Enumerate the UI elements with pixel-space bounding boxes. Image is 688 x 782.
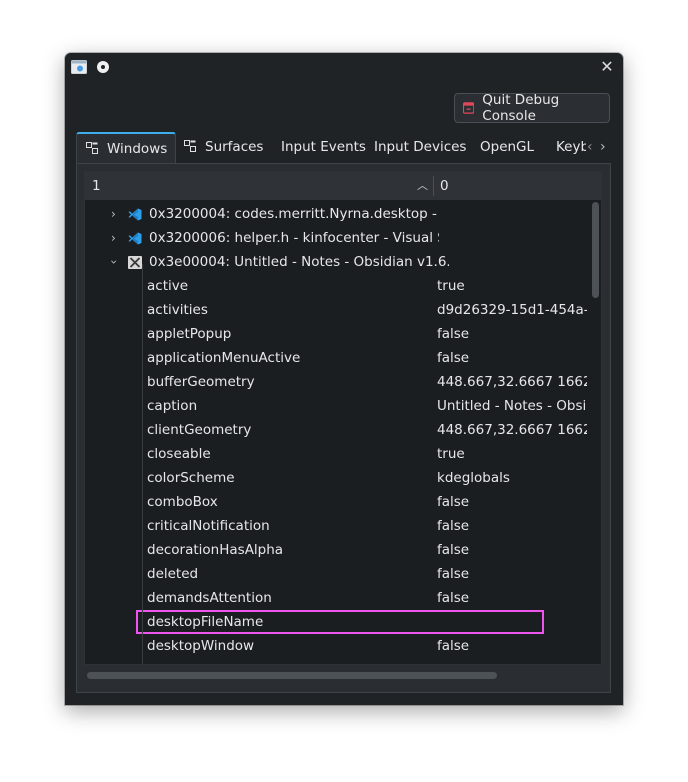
property-key: colorScheme xyxy=(147,470,235,486)
chevron-right-icon[interactable]: › xyxy=(600,132,606,162)
windows-tab-panel: 1 ︿ 0 › 0x3200004: codes.merritt.Nyrna.d… xyxy=(76,163,611,693)
title-bar: ✕ xyxy=(65,53,623,81)
close-icon[interactable]: ✕ xyxy=(597,57,617,77)
quit-debug-console-button[interactable]: Quit Debug Console xyxy=(454,92,610,124)
tab-keyboard[interactable]: Keyb xyxy=(556,132,589,163)
sort-ascending-icon: ︿ xyxy=(417,179,428,192)
property-row[interactable]: caption Untitled - Notes - Obsidian xyxy=(85,394,591,418)
app-window-icon[interactable] xyxy=(71,60,87,74)
tree-row-window-expanded[interactable]: › 0x3e00004: Untitled - Notes - Obsidian… xyxy=(85,250,591,274)
chevron-down-icon[interactable]: › xyxy=(102,257,126,267)
tree-branch-line xyxy=(142,264,143,664)
property-value: false xyxy=(437,494,470,510)
property-value: false xyxy=(437,566,470,582)
tree-row-window[interactable]: › 0x3200006: helper.h - kinfocenter - Vi… xyxy=(85,226,591,250)
property-row[interactable]: activities d9d26329-15d1-454a-84 xyxy=(85,298,591,322)
property-key: closeable xyxy=(147,446,211,462)
property-value: d9d26329-15d1-454a-84 xyxy=(437,302,587,318)
tab-surfaces-label: Surfaces xyxy=(205,139,264,155)
property-value: Untitled - Notes - Obsidian xyxy=(437,398,587,414)
property-key: activities xyxy=(147,302,208,318)
column-header-1[interactable]: 1 xyxy=(92,172,101,200)
property-key: desktopWindow xyxy=(147,638,255,654)
tab-opengl[interactable]: OpenGL xyxy=(480,132,534,163)
property-value: 448.667,32.6667 1662.67 xyxy=(437,374,587,390)
property-row[interactable]: clientGeometry 448.667,32.6667 1662.67 xyxy=(85,418,591,442)
debug-console-window: ✕ Quit Debug Console Windows Surfaces In… xyxy=(65,53,623,705)
property-row[interactable]: colorScheme kdeglobals xyxy=(85,466,591,490)
tab-input-events-label: Input Events xyxy=(281,139,366,155)
tab-windows-label: Windows xyxy=(107,141,168,157)
property-value: kdeglobals xyxy=(437,470,510,486)
vscode-icon xyxy=(128,232,142,245)
window-tree-icon xyxy=(184,140,196,152)
chevron-right-icon[interactable]: › xyxy=(111,226,116,250)
property-row[interactable]: appletPopup false xyxy=(85,322,591,346)
tab-scroll-arrows: ‹ › xyxy=(586,132,612,163)
quit-icon xyxy=(463,102,475,114)
property-value: false xyxy=(437,350,470,366)
property-key: deleted xyxy=(147,566,199,582)
quit-debug-console-label: Quit Debug Console xyxy=(482,92,560,124)
property-row[interactable]: desktopWindow false xyxy=(85,634,591,658)
property-key: appletPopup xyxy=(147,326,232,342)
property-row[interactable]: bufferGeometry 448.667,32.6667 1662.67 xyxy=(85,370,591,394)
property-key: comboBox xyxy=(147,494,218,510)
property-key: desktopFileName xyxy=(147,614,264,630)
vertical-scrollbar-thumb[interactable] xyxy=(592,202,599,298)
property-row[interactable]: deleted false xyxy=(85,562,591,586)
tab-keyboard-label: Keyb xyxy=(556,139,590,155)
pin-icon[interactable] xyxy=(97,61,109,73)
property-value: false xyxy=(437,542,470,558)
x11-icon xyxy=(128,256,142,269)
property-key: bufferGeometry xyxy=(147,374,255,390)
property-value: false xyxy=(437,518,470,534)
property-value: true xyxy=(437,278,465,294)
window-label: 0x3e00004: Untitled - Notes - Obsidian v… xyxy=(149,254,449,270)
tab-input-events[interactable]: Input Events xyxy=(281,132,366,163)
property-value: false xyxy=(437,638,470,654)
property-row[interactable]: criticalNotification false xyxy=(85,514,591,538)
property-row[interactable]: closeable true xyxy=(85,442,591,466)
tree-header: 1 ︿ 0 xyxy=(85,172,601,200)
property-row[interactable]: decorationHasAlpha false xyxy=(85,538,591,562)
horizontal-scrollbar-thumb[interactable] xyxy=(87,672,497,679)
property-key: decorationHasAlpha xyxy=(147,542,284,558)
property-value: true xyxy=(437,446,465,462)
tab-input-devices-label: Input Devices xyxy=(374,139,467,155)
window-tree-view[interactable]: 1 ︿ 0 › 0x3200004: codes.merritt.Nyrna.d… xyxy=(84,171,602,665)
column-divider[interactable] xyxy=(433,176,434,196)
tab-opengl-label: OpenGL xyxy=(480,139,535,155)
tab-surfaces[interactable]: Surfaces xyxy=(184,132,263,163)
property-key: clientGeometry xyxy=(147,422,252,438)
tree-row-window[interactable]: › 0x3200004: codes.merritt.Nyrna.desktop… xyxy=(85,202,591,226)
chevron-left-icon[interactable]: ‹ xyxy=(587,132,593,162)
column-header-0[interactable]: 0 xyxy=(440,172,449,200)
property-row-highlighted[interactable]: desktopFileName xyxy=(85,610,591,634)
window-label: 0x3200004: codes.merritt.Nyrna.desktop -… xyxy=(149,206,439,222)
property-row[interactable]: applicationMenuActive false xyxy=(85,346,591,370)
chevron-right-icon[interactable]: › xyxy=(111,202,116,226)
property-key: criticalNotification xyxy=(147,518,270,534)
property-row[interactable]: demandsAttention false xyxy=(85,586,591,610)
window-tree-icon xyxy=(86,142,98,154)
property-value: false xyxy=(437,326,470,342)
property-row[interactable]: active true xyxy=(85,274,591,298)
property-key: caption xyxy=(147,398,198,414)
property-key: demandsAttention xyxy=(147,590,272,606)
tab-bar: Windows Surfaces Input Events Input Devi… xyxy=(76,132,612,163)
tab-windows[interactable]: Windows xyxy=(76,132,176,163)
property-key: active xyxy=(147,278,189,294)
tab-input-devices[interactable]: Input Devices xyxy=(374,132,466,163)
property-value: false xyxy=(437,590,470,606)
property-row[interactable]: comboBox false xyxy=(85,490,591,514)
vscode-icon xyxy=(128,208,142,221)
property-key: applicationMenuActive xyxy=(147,350,301,366)
property-value: 448.667,32.6667 1662.67 xyxy=(437,422,587,438)
window-label: 0x3200006: helper.h - kinfocenter - Visu… xyxy=(149,230,439,246)
